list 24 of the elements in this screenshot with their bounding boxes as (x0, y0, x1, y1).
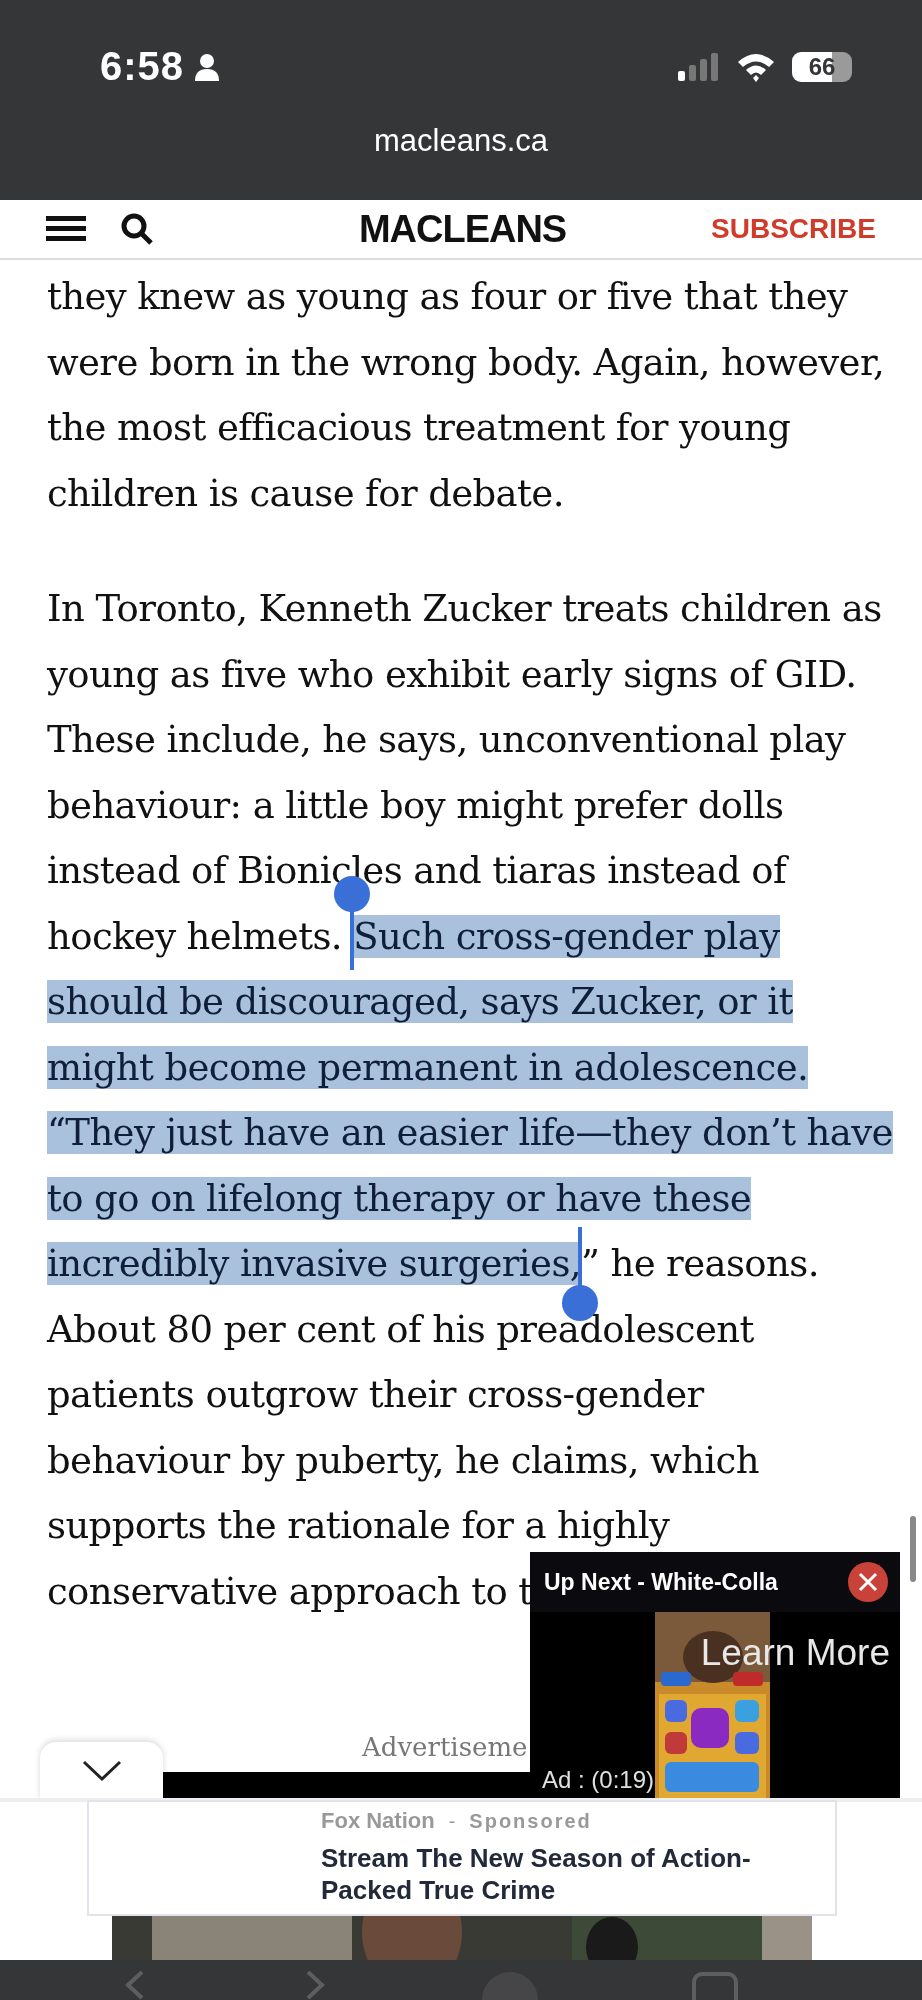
up-next-title: Up Next - White-Colla (544, 1568, 779, 1596)
sponsor-source: Fox Nation (321, 1808, 435, 1834)
menu-icon[interactable] (46, 216, 86, 242)
advertisement-label: Advertiseme (362, 1732, 528, 1762)
collapse-button[interactable] (40, 1742, 163, 1800)
chevron-down-icon (81, 1760, 122, 1782)
person-icon (194, 52, 221, 81)
close-button[interactable] (848, 1562, 888, 1602)
sponsored-label: Sponsored (469, 1810, 592, 1833)
wifi-icon (736, 51, 776, 82)
subscribe-link[interactable]: SUBSCRIBE (711, 213, 876, 245)
signal-icon (678, 52, 720, 81)
address-bar-url[interactable]: macleans.ca (374, 123, 548, 159)
status-time: 6:58 (100, 44, 185, 89)
separator: - (448, 1810, 456, 1833)
article-paragraph: they knew as young as four or five that they were born in the wrong body. Again, however, the most efficacious treatment for young children is cause for debate. (47, 274, 886, 517)
battery-indicator: 66 (792, 51, 852, 82)
scrollbar (910, 1516, 916, 1582)
close-icon (858, 1572, 878, 1592)
search-icon[interactable] (120, 212, 154, 246)
sponsored-headline: Stream The New Season of Action-Packed True Crime (321, 1842, 752, 1906)
ad-timer: Ad : (0:19) (542, 1766, 655, 1794)
site-logo[interactable]: MACLEANS (248, 207, 678, 251)
sponsored-card[interactable]: Fox Nation - Sponsored Stream The New Season of Action-Packed True Crime (87, 1800, 837, 1916)
